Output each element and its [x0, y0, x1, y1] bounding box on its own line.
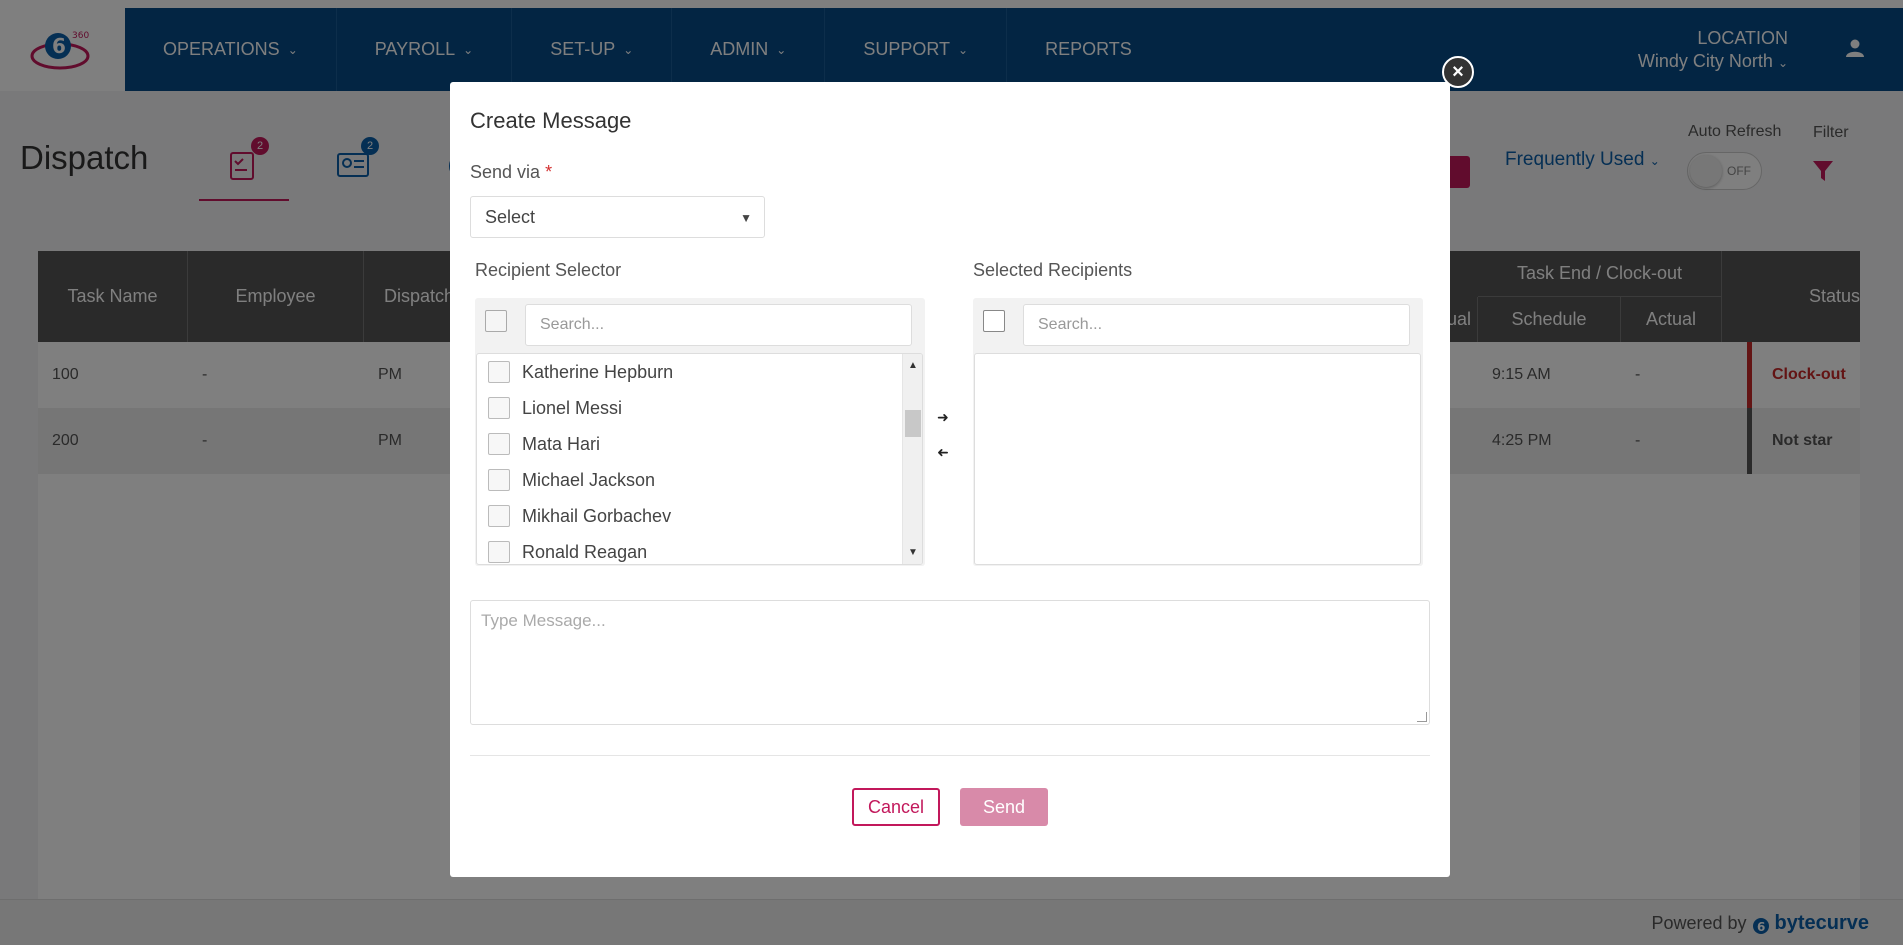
list-item[interactable]: Katherine Hepburn — [477, 354, 897, 390]
select-all-checkbox[interactable] — [485, 310, 507, 332]
recipient-search-input[interactable]: Search... — [525, 304, 912, 346]
recipient-selector: Search... Katherine Hepburn Lionel Messi… — [475, 298, 925, 566]
scroll-down-icon[interactable]: ▼ — [908, 547, 918, 558]
resize-handle-icon[interactable] — [1417, 712, 1427, 722]
close-icon[interactable]: × — [1442, 56, 1474, 88]
move-left-arrow-icon[interactable]: ➜ — [937, 444, 949, 461]
recipient-list: Katherine Hepburn Lionel Messi Mata Hari… — [476, 353, 923, 565]
recipient-name: Mata Hari — [522, 433, 601, 454]
recipient-name: Michael Jackson — [522, 469, 656, 490]
required-marker: * — [545, 162, 553, 182]
send-via-label: Send via * — [470, 162, 552, 183]
scrollbar-thumb[interactable] — [905, 410, 921, 437]
caret-down-icon: ▼ — [740, 211, 752, 225]
list-item[interactable]: Ronald Reagan — [477, 534, 897, 564]
selected-recipients-label: Selected Recipients — [973, 260, 1133, 280]
recipient-name: Lionel Messi — [522, 397, 623, 418]
list-item[interactable]: Mata Hari — [477, 426, 897, 462]
recipient-checkbox[interactable] — [488, 505, 510, 527]
send-via-text: Send via — [470, 162, 541, 182]
selected-search-input[interactable]: Search... — [1023, 304, 1410, 346]
recipient-checkbox[interactable] — [488, 469, 510, 491]
recipient-list-scrollbar[interactable]: ▲ ▼ — [902, 354, 922, 564]
recipient-name: Mikhail Gorbachev — [522, 505, 672, 526]
send-via-select[interactable]: Select ▼ — [470, 196, 765, 238]
send-via-value: Select — [485, 207, 536, 227]
recipient-name: Ronald Reagan — [522, 541, 648, 562]
recipient-checkbox[interactable] — [488, 433, 510, 455]
list-item[interactable]: Lionel Messi — [477, 390, 897, 426]
create-message-dialog: Create Message Send via * Select ▼ Recip… — [450, 82, 1450, 877]
move-right-arrow-icon[interactable]: ➜ — [937, 409, 949, 426]
send-button[interactable]: Send — [960, 788, 1048, 826]
scroll-up-icon[interactable]: ▲ — [908, 360, 918, 371]
recipient-checkbox[interactable] — [488, 361, 510, 383]
list-item[interactable]: Michael Jackson — [477, 462, 897, 498]
select-all-selected-checkbox[interactable] — [983, 310, 1005, 332]
recipient-checkbox[interactable] — [488, 397, 510, 419]
recipient-name: Katherine Hepburn — [522, 361, 674, 382]
cancel-button[interactable]: Cancel — [852, 788, 940, 826]
selected-recipients: Search... — [973, 298, 1423, 566]
recipient-checkbox[interactable] — [488, 541, 510, 563]
footer-divider — [470, 755, 1430, 756]
list-item[interactable]: Mikhail Gorbachev — [477, 498, 897, 534]
message-textarea[interactable]: Type Message... — [470, 600, 1430, 725]
modal-title: Create Message — [470, 108, 632, 133]
selected-recipient-list — [974, 353, 1421, 565]
message-placeholder: Type Message... — [481, 611, 606, 630]
recipient-selector-label: Recipient Selector — [475, 260, 622, 280]
